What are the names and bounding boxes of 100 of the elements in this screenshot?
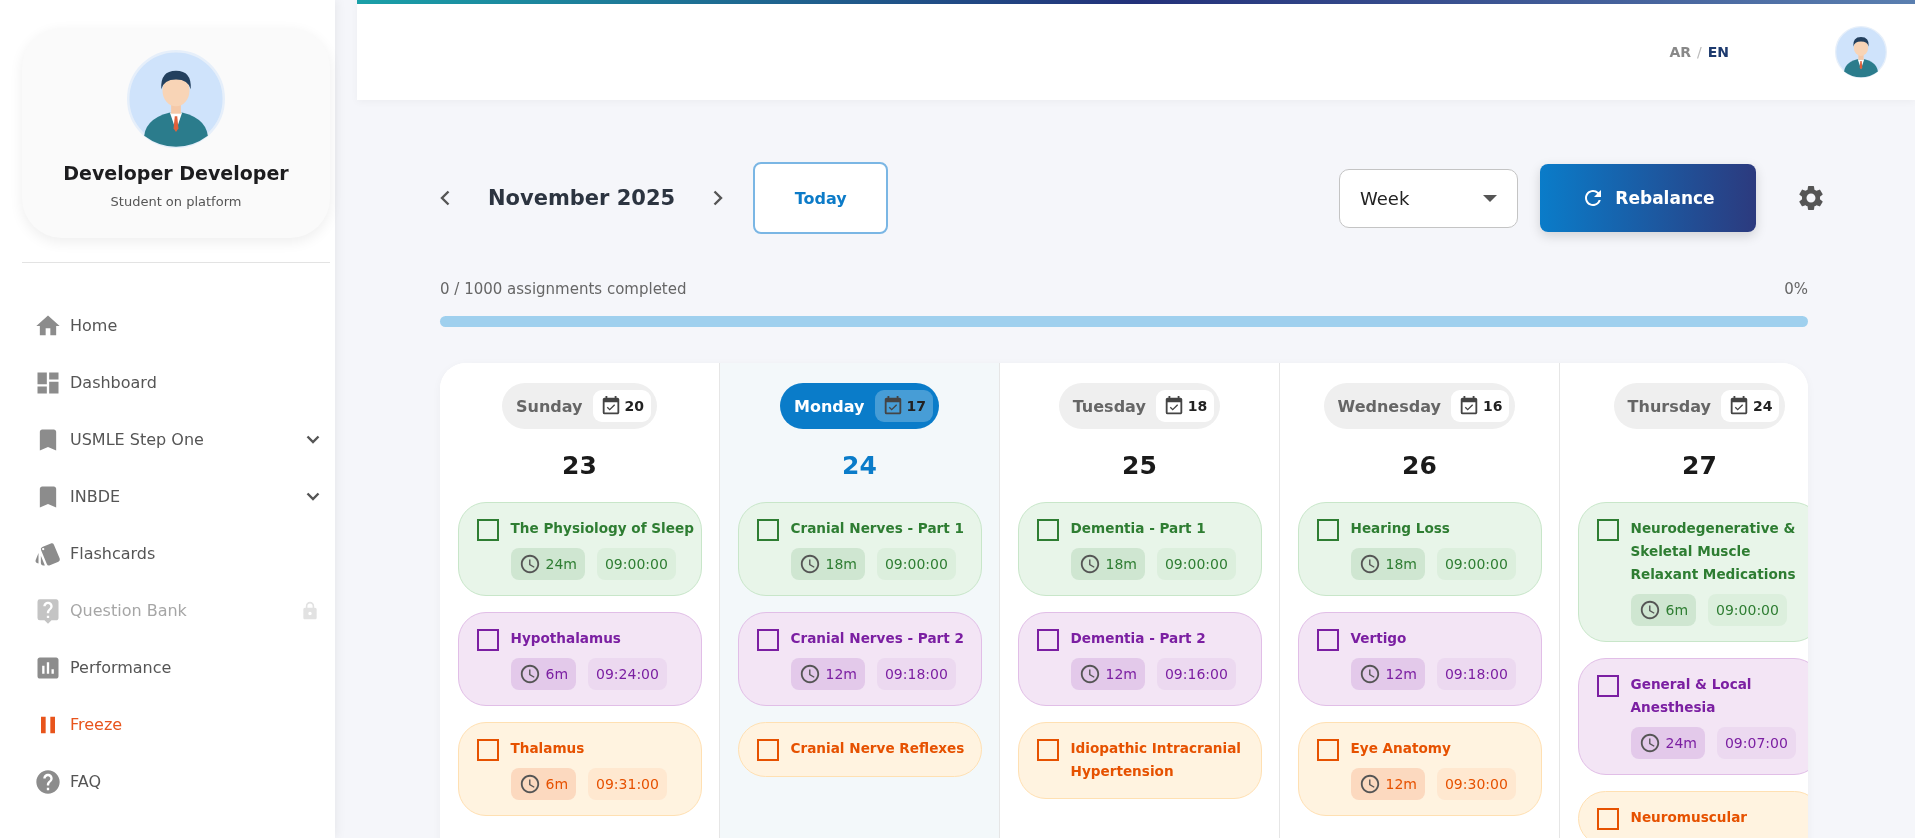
- task-title: Dementia - Part 2: [1070, 629, 1207, 648]
- user-name: Developer Developer: [63, 162, 289, 184]
- duration-tag: 12m: [1350, 768, 1425, 800]
- task-card[interactable]: General & Local Anesthesia 24m 09:07:00: [1577, 658, 1808, 775]
- nav-label: FAQ: [70, 772, 102, 791]
- day-chip[interactable]: Sunday 20: [502, 383, 657, 429]
- time-tag: 09:07:00: [1716, 727, 1796, 759]
- time-tag: 09:00:00: [876, 548, 956, 580]
- nav-item[interactable]: USMLE Step One: [22, 411, 330, 468]
- task-title: Vertigo: [1350, 629, 1408, 648]
- time-tag: 09:31:00: [588, 768, 667, 800]
- day-chip[interactable]: Thursday 24: [1613, 383, 1786, 429]
- time-tag: 09:18:00: [876, 658, 956, 690]
- previous-button[interactable]: [440, 190, 450, 206]
- rebalance-button[interactable]: Rebalance: [1540, 164, 1756, 232]
- language-link[interactable]: EN: [1707, 44, 1729, 60]
- task-count: 16: [1450, 390, 1510, 422]
- task-card[interactable]: Dementia - Part 2 12m 09:16:00: [1017, 612, 1262, 706]
- nav-item[interactable]: FAQ: [22, 753, 330, 810]
- task-count: 24: [1720, 390, 1780, 422]
- nav-item[interactable]: Performance: [22, 639, 330, 696]
- time-tag: 09:00:00: [1156, 548, 1236, 580]
- clock-icon: [798, 553, 821, 575]
- task-title: Hearing Loss: [1350, 519, 1451, 538]
- time-tag: 09:30:00: [1436, 768, 1516, 800]
- next-button[interactable]: [713, 190, 724, 206]
- today-button[interactable]: Today: [753, 162, 889, 234]
- task-card[interactable]: Idiopathic Intracranial Hypertension: [1017, 722, 1262, 799]
- task-title: Cranial Nerves - Part 1: [790, 519, 964, 538]
- day-chip[interactable]: Wednesday 16: [1323, 383, 1516, 429]
- task-card[interactable]: The Physiology of Sleep 24m 09:00:00: [457, 502, 702, 596]
- nav-label: Home: [70, 316, 119, 335]
- date-number: 23: [562, 451, 597, 480]
- duration-tag: 18m: [790, 548, 865, 580]
- checkbox[interactable]: [476, 629, 499, 651]
- nav-item[interactable]: Dashboard: [22, 354, 330, 411]
- nav-label: USMLE Step One: [70, 430, 205, 449]
- date-number: 25: [1122, 451, 1157, 480]
- chevron-right-icon: [713, 190, 724, 206]
- checkbox[interactable]: [756, 739, 779, 761]
- clock-icon: [1638, 599, 1661, 621]
- user-role: Student on platform: [110, 194, 242, 209]
- checkbox[interactable]: [1316, 519, 1339, 541]
- checkbox[interactable]: [1316, 629, 1339, 651]
- checkbox[interactable]: [1596, 675, 1619, 697]
- task-card[interactable]: Cranial Nerves - Part 1 18m 09:00:00: [737, 502, 982, 596]
- nav-item[interactable]: Freeze: [22, 696, 330, 753]
- task-title: General & Local Anesthesia: [1630, 675, 1753, 717]
- nav-item[interactable]: Home: [22, 297, 330, 354]
- task-card[interactable]: Dementia - Part 1 18m 09:00:00: [1017, 502, 1262, 596]
- task-title: Eye Anatomy: [1350, 739, 1452, 758]
- language-link[interactable]: AR: [1669, 44, 1691, 60]
- checkbox[interactable]: [1596, 519, 1619, 541]
- caret-icon: [1483, 194, 1497, 202]
- nav-item[interactable]: Flashcards: [22, 525, 330, 582]
- date-number: 27: [1682, 451, 1717, 480]
- day-name: Monday: [794, 396, 865, 416]
- progress-text: 0 / 1000 assignments completed: [440, 280, 687, 298]
- nav-label: Dashboard: [70, 373, 158, 392]
- nav-label: INBDE: [70, 487, 122, 506]
- task-title: Idiopathic Intracranial Hypertension: [1070, 739, 1243, 781]
- checkbox[interactable]: [476, 739, 499, 761]
- task-title: Thalamus: [510, 739, 586, 758]
- nav-label: Performance: [70, 658, 173, 677]
- progress-percent: 0%: [1784, 280, 1808, 298]
- clock-icon: [518, 773, 541, 795]
- checkbox[interactable]: [756, 629, 779, 651]
- language-separator: /: [1697, 44, 1702, 60]
- checkbox[interactable]: [756, 519, 779, 541]
- task-card[interactable]: Neuromuscular: [1577, 791, 1808, 838]
- checkbox[interactable]: [1036, 519, 1059, 541]
- task-count: 18: [1155, 390, 1215, 422]
- duration-tag: 6m: [510, 658, 577, 690]
- view-select[interactable]: Week: [1339, 168, 1518, 228]
- task-card[interactable]: Hearing Loss 18m 09:00:00: [1297, 502, 1542, 596]
- checkbox[interactable]: [1316, 739, 1339, 761]
- day-name: Tuesday: [1072, 396, 1146, 416]
- day-name: Wednesday: [1337, 396, 1441, 416]
- task-card[interactable]: Cranial Nerve Reflexes: [737, 722, 982, 777]
- checkbox[interactable]: [1596, 808, 1619, 830]
- time-tag: 09:24:00: [588, 658, 667, 690]
- duration-tag: 6m: [1630, 594, 1697, 626]
- duration-tag: 12m: [1070, 658, 1145, 690]
- day-chip[interactable]: Monday 17: [780, 383, 939, 429]
- settings-button[interactable]: [1796, 183, 1826, 213]
- task-card[interactable]: Hypothalamus 6m 09:24:00: [457, 612, 702, 706]
- task-card[interactable]: Cranial Nerves - Part 2 12m 09:18:00: [737, 612, 982, 706]
- checkbox[interactable]: [476, 519, 499, 541]
- clock-icon: [1358, 663, 1381, 685]
- task-card[interactable]: Eye Anatomy 12m 09:30:00: [1297, 722, 1542, 816]
- task-title: The Physiology of Sleep: [510, 519, 694, 538]
- day-chip[interactable]: Tuesday 18: [1058, 383, 1221, 429]
- checkbox[interactable]: [1036, 739, 1059, 761]
- checkbox[interactable]: [1036, 629, 1059, 651]
- task-card[interactable]: Neurodegenerative & Skeletal Muscle Relaxant Medications 6m 09:00:00: [1577, 502, 1808, 642]
- nav-item[interactable]: INBDE: [22, 468, 330, 525]
- task-card[interactable]: Thalamus 6m 09:31:00: [457, 722, 702, 816]
- time-tag: 09:16:00: [1156, 658, 1236, 690]
- task-card[interactable]: Vertigo 12m 09:18:00: [1297, 612, 1542, 706]
- chevron-left-icon: [440, 190, 450, 206]
